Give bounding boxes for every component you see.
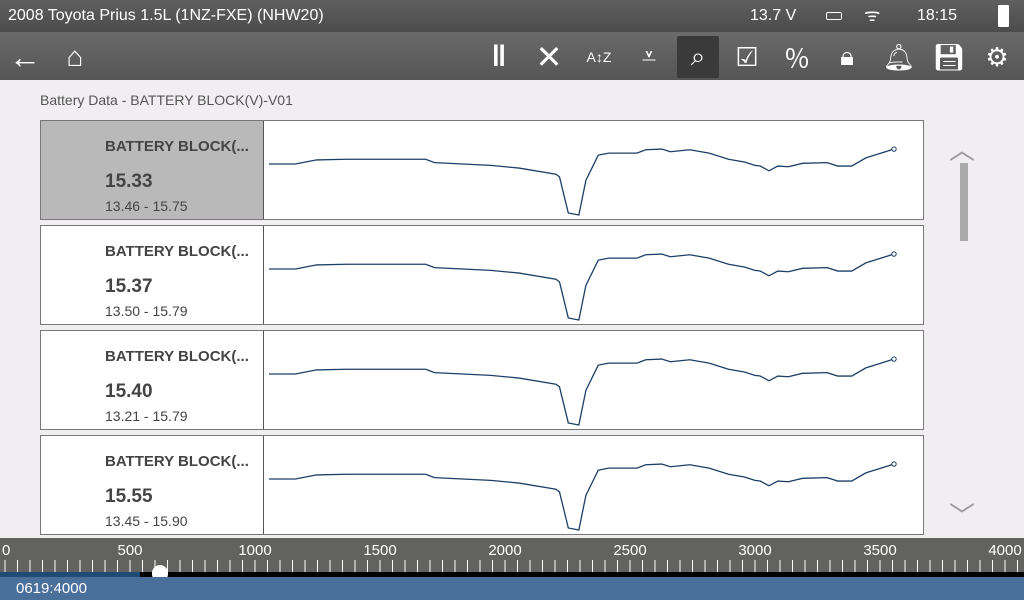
wifi-icon: ᯤ <box>864 5 881 25</box>
page-subtitle: Battery Data - BATTERY BLOCK(V)-V01 <box>40 92 293 108</box>
ruler-label: 1500 <box>363 542 397 559</box>
parameter-value: 15.55 <box>105 486 153 507</box>
vci-icon <box>826 12 842 20</box>
panel-graph <box>269 356 897 426</box>
vehicle-title: 2008 Toyota Prius 1.5L (1NZ-FXE) (NHW20) <box>8 7 324 24</box>
panel-label[interactable]: BATTERY BLOCK(... 15.37 13.50 - 15.79 <box>41 226 264 324</box>
pause-icon[interactable]: ‖ <box>478 36 520 78</box>
ruler-label: 3500 <box>863 542 897 559</box>
clock: 18:15 <box>917 7 958 24</box>
panel-graph <box>269 146 897 216</box>
ruler-label: 500 <box>117 542 143 559</box>
back-icon[interactable]: ← <box>4 36 46 78</box>
data-line <box>269 253 895 321</box>
toolbar: ← ⌂ ‖ ✕ A↕Z ⩡ ⌕ ☑ ％ 🔒︎ 🔔︎ 💾︎ ⚙ <box>0 32 1024 80</box>
scroll-down-icon[interactable]: ﹀ <box>949 496 975 533</box>
parameter-name: BATTERY BLOCK(... <box>105 138 249 155</box>
panel-label[interactable]: BATTERY BLOCK(... 15.40 13.21 - 15.79 <box>41 331 264 429</box>
digital-graph-icon[interactable]: ％ <box>776 36 818 78</box>
data-line <box>269 463 895 531</box>
ruler-label: 2500 <box>613 542 647 559</box>
graph-panel[interactable]: BATTERY BLOCK(... 15.37 13.50 - 15.79 <box>40 225 924 325</box>
battery-voltage: 13.7 V <box>750 7 797 24</box>
ruler-label: 0 <box>2 542 11 559</box>
ruler-label: 1000 <box>238 542 272 559</box>
ruler-label: 3000 <box>738 542 772 559</box>
home-icon[interactable]: ⌂ <box>54 36 96 78</box>
settings-icon[interactable]: ⚙ <box>976 36 1018 78</box>
parameter-range: 13.50 - 15.79 <box>105 303 188 319</box>
ruler-label: 2000 <box>488 542 522 559</box>
panel-label[interactable]: BATTERY BLOCK(... 15.33 13.46 - 15.75 <box>41 121 264 219</box>
parameter-name: BATTERY BLOCK(... <box>105 348 249 365</box>
current-point <box>891 356 897 362</box>
lock-icon[interactable]: 🔒︎ <box>826 36 868 78</box>
position-readout: 0619:4000 <box>16 580 87 597</box>
graph-panel[interactable]: BATTERY BLOCK(... 15.33 13.46 - 15.75 <box>40 120 924 220</box>
scroll-up-icon[interactable]: ︿ <box>949 130 975 167</box>
clear-icon[interactable]: ✕ <box>528 36 570 78</box>
current-point <box>891 251 897 257</box>
panel-label[interactable]: BATTERY BLOCK(... 15.55 13.45 - 15.90 <box>41 436 264 534</box>
zoom-icon[interactable]: ⌕ <box>677 36 719 78</box>
parameter-name: BATTERY BLOCK(... <box>105 453 249 470</box>
parameter-name: BATTERY BLOCK(... <box>105 243 249 260</box>
panel-graph <box>269 251 897 321</box>
data-line <box>269 358 895 426</box>
panel-graph <box>269 461 897 531</box>
ruler-label: 4000 <box>988 542 1022 559</box>
select-icon[interactable]: ☑ <box>726 36 768 78</box>
graph-panel[interactable]: BATTERY BLOCK(... 15.40 13.21 - 15.79 <box>40 330 924 430</box>
parameter-value: 15.37 <box>105 276 153 297</box>
parameter-value: 15.33 <box>105 171 153 192</box>
status-bar: 2008 Toyota Prius 1.5L (1NZ-FXE) (NHW20)… <box>0 0 1024 32</box>
current-point <box>891 146 897 152</box>
battery-charging-icon <box>998 5 1009 27</box>
graph-panel[interactable]: BATTERY BLOCK(... 15.55 13.45 - 15.90 <box>40 435 924 535</box>
data-line <box>269 148 895 216</box>
current-point <box>891 461 897 467</box>
scrollbar-thumb[interactable] <box>960 163 968 241</box>
graph-scale-icon[interactable]: ⩡ <box>628 36 670 78</box>
alert-icon[interactable]: 🔔︎ <box>878 36 920 78</box>
parameter-range: 13.21 - 15.79 <box>105 408 188 424</box>
sort-icon[interactable]: A↕Z <box>578 36 620 78</box>
footer-bar: 0619:4000 <box>0 577 1024 600</box>
parameter-range: 13.46 - 15.75 <box>105 198 188 214</box>
save-icon[interactable]: 💾︎ <box>928 36 970 78</box>
parameter-value: 15.40 <box>105 381 153 402</box>
parameter-range: 13.45 - 15.90 <box>105 513 188 529</box>
